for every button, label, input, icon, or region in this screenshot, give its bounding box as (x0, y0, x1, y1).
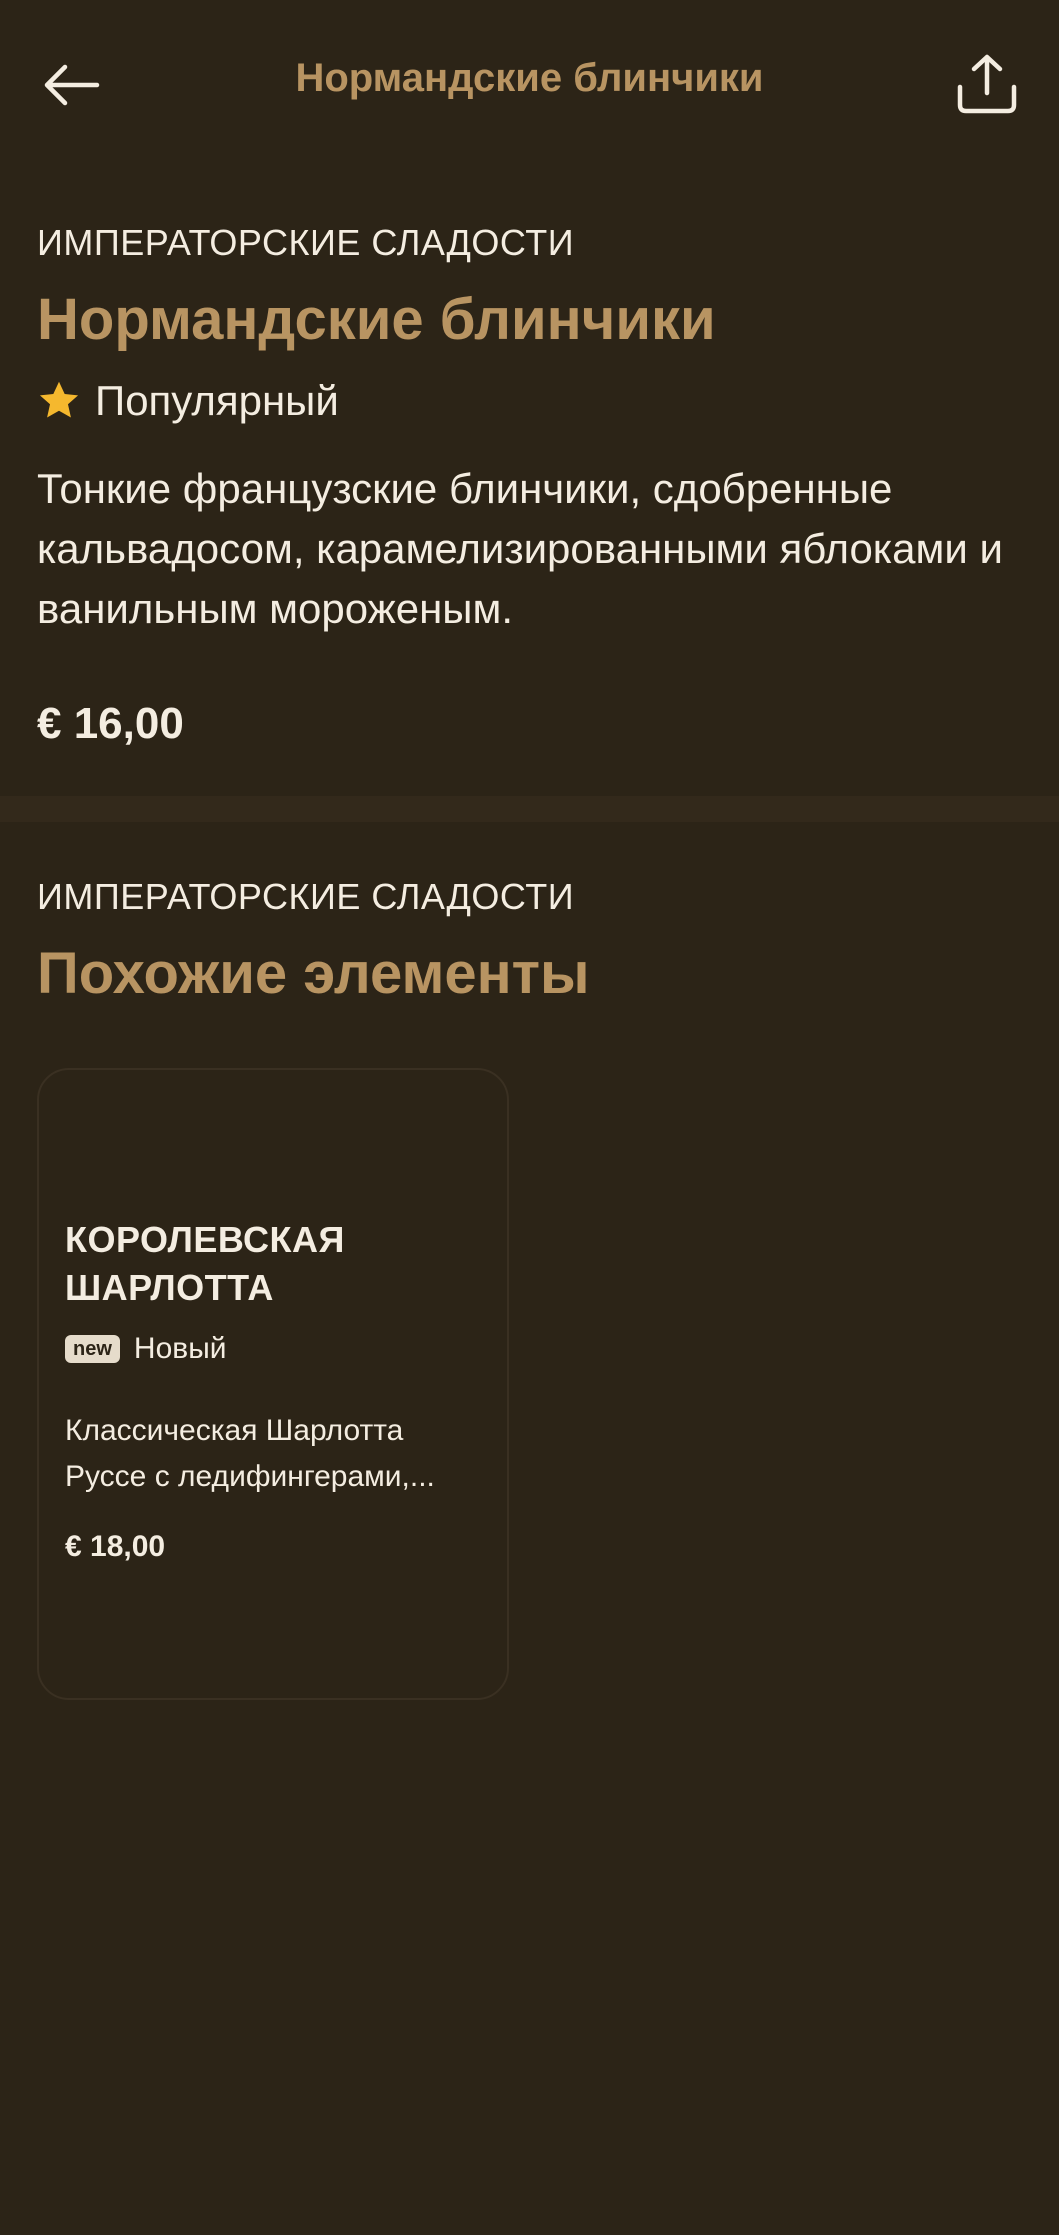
page-title: Нормандские блинчики (295, 56, 764, 100)
similar-item-description: Классическая Шарлотта Руссе с ледифингер… (65, 1414, 435, 1493)
new-pill: new (65, 1335, 120, 1363)
back-button[interactable] (36, 50, 106, 120)
similar-title: Похожие элементы (37, 941, 590, 1006)
popular-badge: Популярный (37, 377, 1022, 425)
popular-badge-label: Популярный (95, 377, 339, 424)
section-divider (0, 796, 1059, 822)
similar-category: ИМПЕРАТОРСКИЕ СЛАДОСТИ (37, 876, 575, 917)
dish-title: Нормандские блинчики (37, 287, 716, 352)
dish-category: ИМПЕРАТОРСКИЕ СЛАДОСТИ (37, 222, 575, 263)
share-icon (957, 54, 1017, 114)
similar-section: ИМПЕРАТОРСКИЕ СЛАДОСТИ Похожие элементы (37, 876, 1022, 1007)
star-icon (39, 381, 79, 418)
new-badge-label: Новый (133, 1332, 227, 1365)
similar-item-price: € 18,00 (65, 1530, 166, 1563)
similar-item-card[interactable]: КОРОЛЕВСКАЯ ШАРЛОТТА new Новый Классичес… (37, 1068, 509, 1700)
arrow-left-icon (44, 64, 100, 106)
dish-price: € 16,00 (37, 699, 184, 748)
top-bar: Нормандские блинчики (0, 0, 1059, 170)
similar-item-title: КОРОЛЕВСКАЯ ШАРЛОТТА (65, 1219, 345, 1308)
dish-details: ИМПЕРАТОРСКИЕ СЛАДОСТИ Нормандские блинч… (37, 222, 1022, 749)
new-badge: new Новый (65, 1332, 481, 1366)
share-button[interactable] (951, 48, 1023, 120)
dish-description: Тонкие французские блинчики, сдобренные … (37, 465, 1003, 632)
